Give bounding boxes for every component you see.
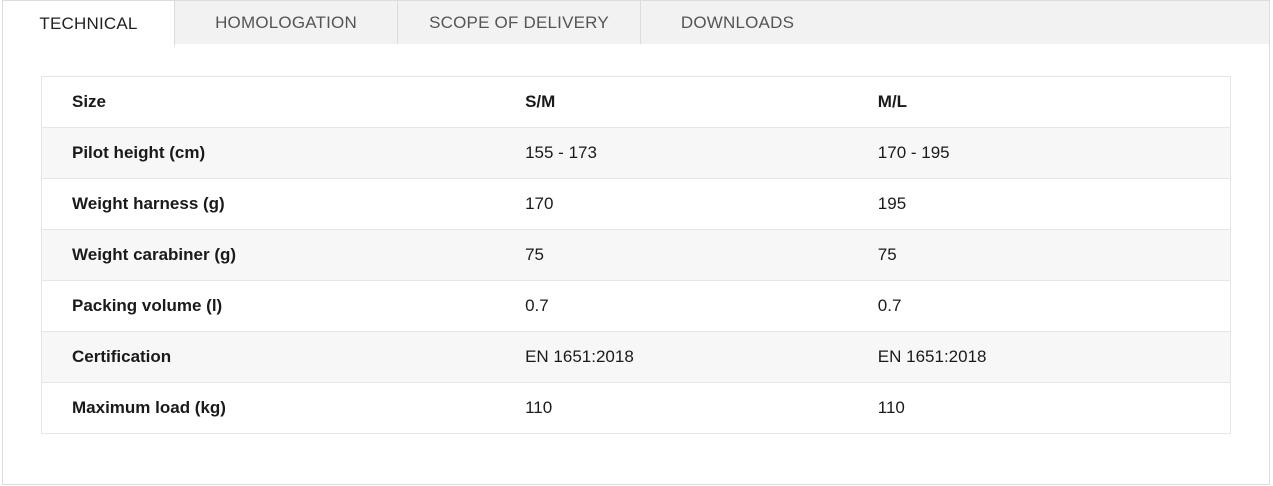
tab-downloads[interactable]: DOWNLOADS bbox=[641, 1, 834, 45]
header-cell-ml: M/L bbox=[877, 92, 908, 111]
tab-homologation[interactable]: HOMOLOGATION bbox=[175, 1, 398, 45]
table-row: Certification EN 1651:2018 EN 1651:2018 bbox=[41, 331, 1231, 383]
row-value-sm: EN 1651:2018 bbox=[525, 331, 878, 383]
row-label: Weight carabiner (g) bbox=[41, 229, 526, 281]
row-label: Certification bbox=[41, 331, 526, 383]
technical-spec-table: Size S/M M/L Pilot height (cm) 155 - 173… bbox=[41, 76, 1231, 434]
table-row: Weight harness (g) 170 195 bbox=[41, 178, 1231, 230]
row-value-sm: 155 - 173 bbox=[525, 127, 878, 179]
row-value-ml: 195 bbox=[877, 178, 1231, 230]
row-value-ml: 0.7 bbox=[877, 280, 1231, 332]
row-value-ml: EN 1651:2018 bbox=[877, 331, 1231, 383]
tab-bar: TECHNICAL HOMOLOGATION SCOPE OF DELIVERY… bbox=[2, 0, 1270, 46]
row-value-sm: 75 bbox=[525, 229, 878, 281]
row-label: Packing volume (l) bbox=[41, 280, 526, 332]
table-row: Packing volume (l) 0.7 0.7 bbox=[41, 280, 1231, 332]
product-details-tabs: TECHNICAL HOMOLOGATION SCOPE OF DELIVERY… bbox=[2, 0, 1270, 485]
header-cell-sm: S/M bbox=[525, 92, 556, 111]
row-value-sm: 170 bbox=[525, 178, 878, 230]
table-header-row: Size S/M M/L bbox=[42, 77, 1231, 128]
tab-panel-technical: Size S/M M/L Pilot height (cm) 155 - 173… bbox=[2, 44, 1270, 485]
row-label: Maximum load (kg) bbox=[41, 382, 526, 434]
header-cell-size: Size bbox=[72, 92, 107, 111]
row-value-ml: 75 bbox=[877, 229, 1231, 281]
row-label: Pilot height (cm) bbox=[41, 127, 526, 179]
tab-technical[interactable]: TECHNICAL bbox=[3, 1, 175, 46]
row-value-sm: 0.7 bbox=[525, 280, 878, 332]
table-row: Maximum load (kg) 110 110 bbox=[41, 382, 1231, 434]
row-value-sm: 110 bbox=[525, 382, 878, 434]
table-row: Pilot height (cm) 155 - 173 170 - 195 bbox=[41, 127, 1231, 179]
row-value-ml: 110 bbox=[877, 382, 1231, 434]
table-row: Weight carabiner (g) 75 75 bbox=[41, 229, 1231, 281]
row-label: Weight harness (g) bbox=[41, 178, 526, 230]
row-value-ml: 170 - 195 bbox=[877, 127, 1231, 179]
tab-scope-of-delivery[interactable]: SCOPE OF DELIVERY bbox=[398, 1, 641, 45]
